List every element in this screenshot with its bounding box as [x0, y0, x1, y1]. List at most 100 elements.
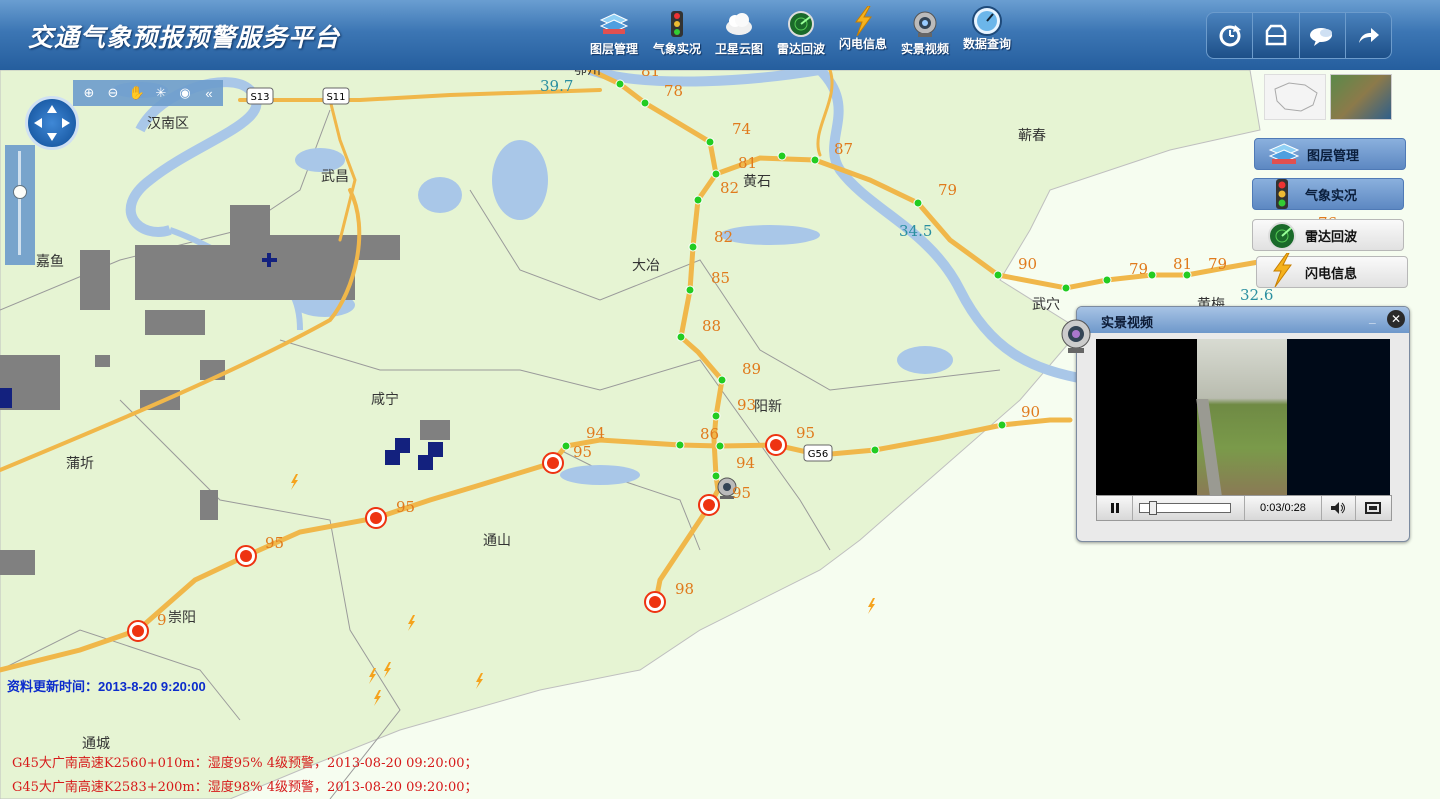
alert-marker — [765, 434, 787, 456]
refresh-button[interactable] — [1207, 13, 1254, 58]
pause-icon — [1110, 503, 1119, 513]
video-window-titlebar[interactable]: 实景视频 _ ✕ — [1077, 307, 1409, 333]
svg-text:94: 94 — [586, 424, 605, 442]
data-update-time: 资料更新时间：2013-8-20 9:20:00 — [7, 679, 206, 694]
svg-text:79: 79 — [1208, 255, 1227, 273]
share-button[interactable] — [1346, 13, 1391, 58]
svg-text:武穴: 武穴 — [1032, 297, 1060, 313]
svg-text:95: 95 — [573, 443, 592, 461]
inbox-button[interactable] — [1253, 13, 1300, 58]
globe-icon[interactable]: ◉ — [173, 85, 197, 101]
svg-text:78: 78 — [664, 82, 683, 100]
pause-button[interactable] — [1097, 496, 1134, 520]
collapse-icon[interactable]: « — [197, 86, 221, 101]
svg-text:通山: 通山 — [483, 533, 511, 549]
close-icon[interactable]: ✕ — [1387, 310, 1405, 328]
svg-text:79: 79 — [1129, 260, 1148, 278]
gauge-icon — [972, 6, 1002, 36]
video-road — [1196, 399, 1222, 495]
pan-arrows-icon — [34, 105, 70, 141]
seek-bar[interactable] — [1133, 496, 1246, 520]
svg-text:咸宁: 咸宁 — [371, 391, 399, 408]
svg-text:95: 95 — [396, 498, 415, 516]
svg-text:81: 81 — [738, 154, 757, 172]
svg-text:95: 95 — [732, 484, 751, 502]
nav-layer-management[interactable]: 图层管理 — [582, 8, 646, 68]
svg-text:88: 88 — [702, 317, 721, 335]
lightning-icon — [1273, 253, 1292, 287]
satellite-map-thumbnail[interactable] — [1330, 74, 1392, 120]
road-shield-g56: G56 — [803, 444, 833, 462]
map-tools-bar: ⊕ ⊖ ✋ ✳ ◉ « — [73, 80, 223, 106]
volume-button[interactable] — [1322, 496, 1356, 520]
svg-text:32.6: 32.6 — [1240, 286, 1273, 304]
video-player-screen[interactable] — [1096, 339, 1390, 495]
nav-weather-observation[interactable]: 气象实况 — [645, 8, 709, 68]
inbox-icon — [1265, 24, 1287, 45]
nav-radar-echo[interactable]: 雷达回波 — [769, 8, 833, 68]
svg-text:81: 81 — [1173, 255, 1192, 273]
layer-toggle-weather[interactable]: 气象实况 — [1252, 178, 1404, 210]
layer-toggle-lightning[interactable]: 闪电信息 — [1256, 253, 1408, 288]
svg-text:81: 81 — [641, 70, 660, 80]
pan-control[interactable] — [25, 96, 79, 150]
svg-text:87: 87 — [834, 140, 853, 158]
china-outline-map-thumbnail[interactable] — [1264, 74, 1326, 120]
refresh-icon — [1219, 24, 1241, 46]
video-window: 实景视频 _ ✕ 0:03/0:28 — [1061, 306, 1410, 542]
svg-text:34.5: 34.5 — [899, 222, 932, 240]
svg-text:嘉鱼: 嘉鱼 — [36, 253, 64, 270]
lake — [560, 465, 640, 485]
svg-text:通城: 通城 — [82, 736, 110, 752]
pan-hand-icon[interactable]: ✋ — [125, 85, 149, 101]
webcam-icon — [1059, 317, 1093, 362]
traffic-light-icon — [1276, 179, 1288, 209]
svg-text:89: 89 — [742, 360, 761, 378]
traffic-light-icon — [671, 11, 683, 37]
svg-text:9: 9 — [157, 611, 167, 629]
svg-text:86: 86 — [700, 425, 719, 443]
svg-text:82: 82 — [720, 179, 739, 197]
alert-marker — [127, 620, 149, 642]
seek-handle[interactable] — [1149, 501, 1158, 515]
video-controls: 0:03/0:28 — [1096, 495, 1392, 521]
svg-text:崇阳: 崇阳 — [168, 610, 196, 626]
alert-marker — [698, 494, 720, 516]
map-view[interactable]: S13 S11 G56 汉南区 武昌 嘉鱼 大冶 黄石 蕲春 武穴 咸宁 阳新 … — [0, 70, 1440, 799]
alert-marker — [644, 591, 666, 613]
nav-lightning-info[interactable]: 闪电信息 — [831, 6, 895, 68]
alert-marker — [365, 507, 387, 529]
layer-stack-icon — [599, 13, 629, 34]
svg-text:39.7: 39.7 — [540, 77, 573, 95]
zoom-slider[interactable] — [5, 145, 35, 265]
cloud-icon — [726, 13, 752, 35]
svg-text:汉南区: 汉南区 — [147, 116, 189, 132]
nav-data-query[interactable]: 数据查询 — [955, 6, 1019, 68]
lake — [418, 177, 462, 213]
video-window-title: 实景视频 — [1101, 315, 1154, 330]
chat-button[interactable] — [1300, 13, 1346, 58]
layer-toggle-radar[interactable]: 雷达回波 — [1252, 219, 1404, 251]
video-letterbox-left — [1096, 339, 1197, 495]
volume-icon — [1331, 502, 1346, 514]
lake — [897, 346, 953, 374]
zoom-in-icon[interactable]: ⊕ — [77, 85, 101, 101]
svg-text:G56: G56 — [808, 449, 828, 460]
svg-text:74: 74 — [732, 120, 751, 138]
layer-toggle-layer-management[interactable]: 图层管理 — [1254, 138, 1406, 170]
fullscreen-button[interactable] — [1356, 496, 1391, 520]
video-frame — [1196, 339, 1287, 495]
full-extent-icon[interactable]: ✳ — [149, 85, 173, 101]
alert-marker — [542, 452, 564, 474]
svg-text:蕲春: 蕲春 — [1018, 128, 1046, 144]
app-header: 交通气象预报预警服务平台 图层管理 气象实况 卫星云图 雷达回波 闪电信息 实景… — [0, 0, 1440, 71]
zoom-out-icon[interactable]: ⊖ — [101, 85, 125, 101]
header-toolbar — [1206, 12, 1392, 59]
nav-live-video[interactable]: 实景视频 — [893, 8, 957, 68]
zoom-slider-handle[interactable] — [13, 185, 27, 199]
video-time: 0:03/0:28 — [1245, 496, 1322, 520]
minimize-icon[interactable]: _ — [1369, 311, 1381, 325]
zoom-slider-track — [18, 151, 21, 255]
nav-satellite-cloud[interactable]: 卫星云图 — [707, 8, 771, 68]
svg-text:黄石: 黄石 — [743, 173, 771, 190]
